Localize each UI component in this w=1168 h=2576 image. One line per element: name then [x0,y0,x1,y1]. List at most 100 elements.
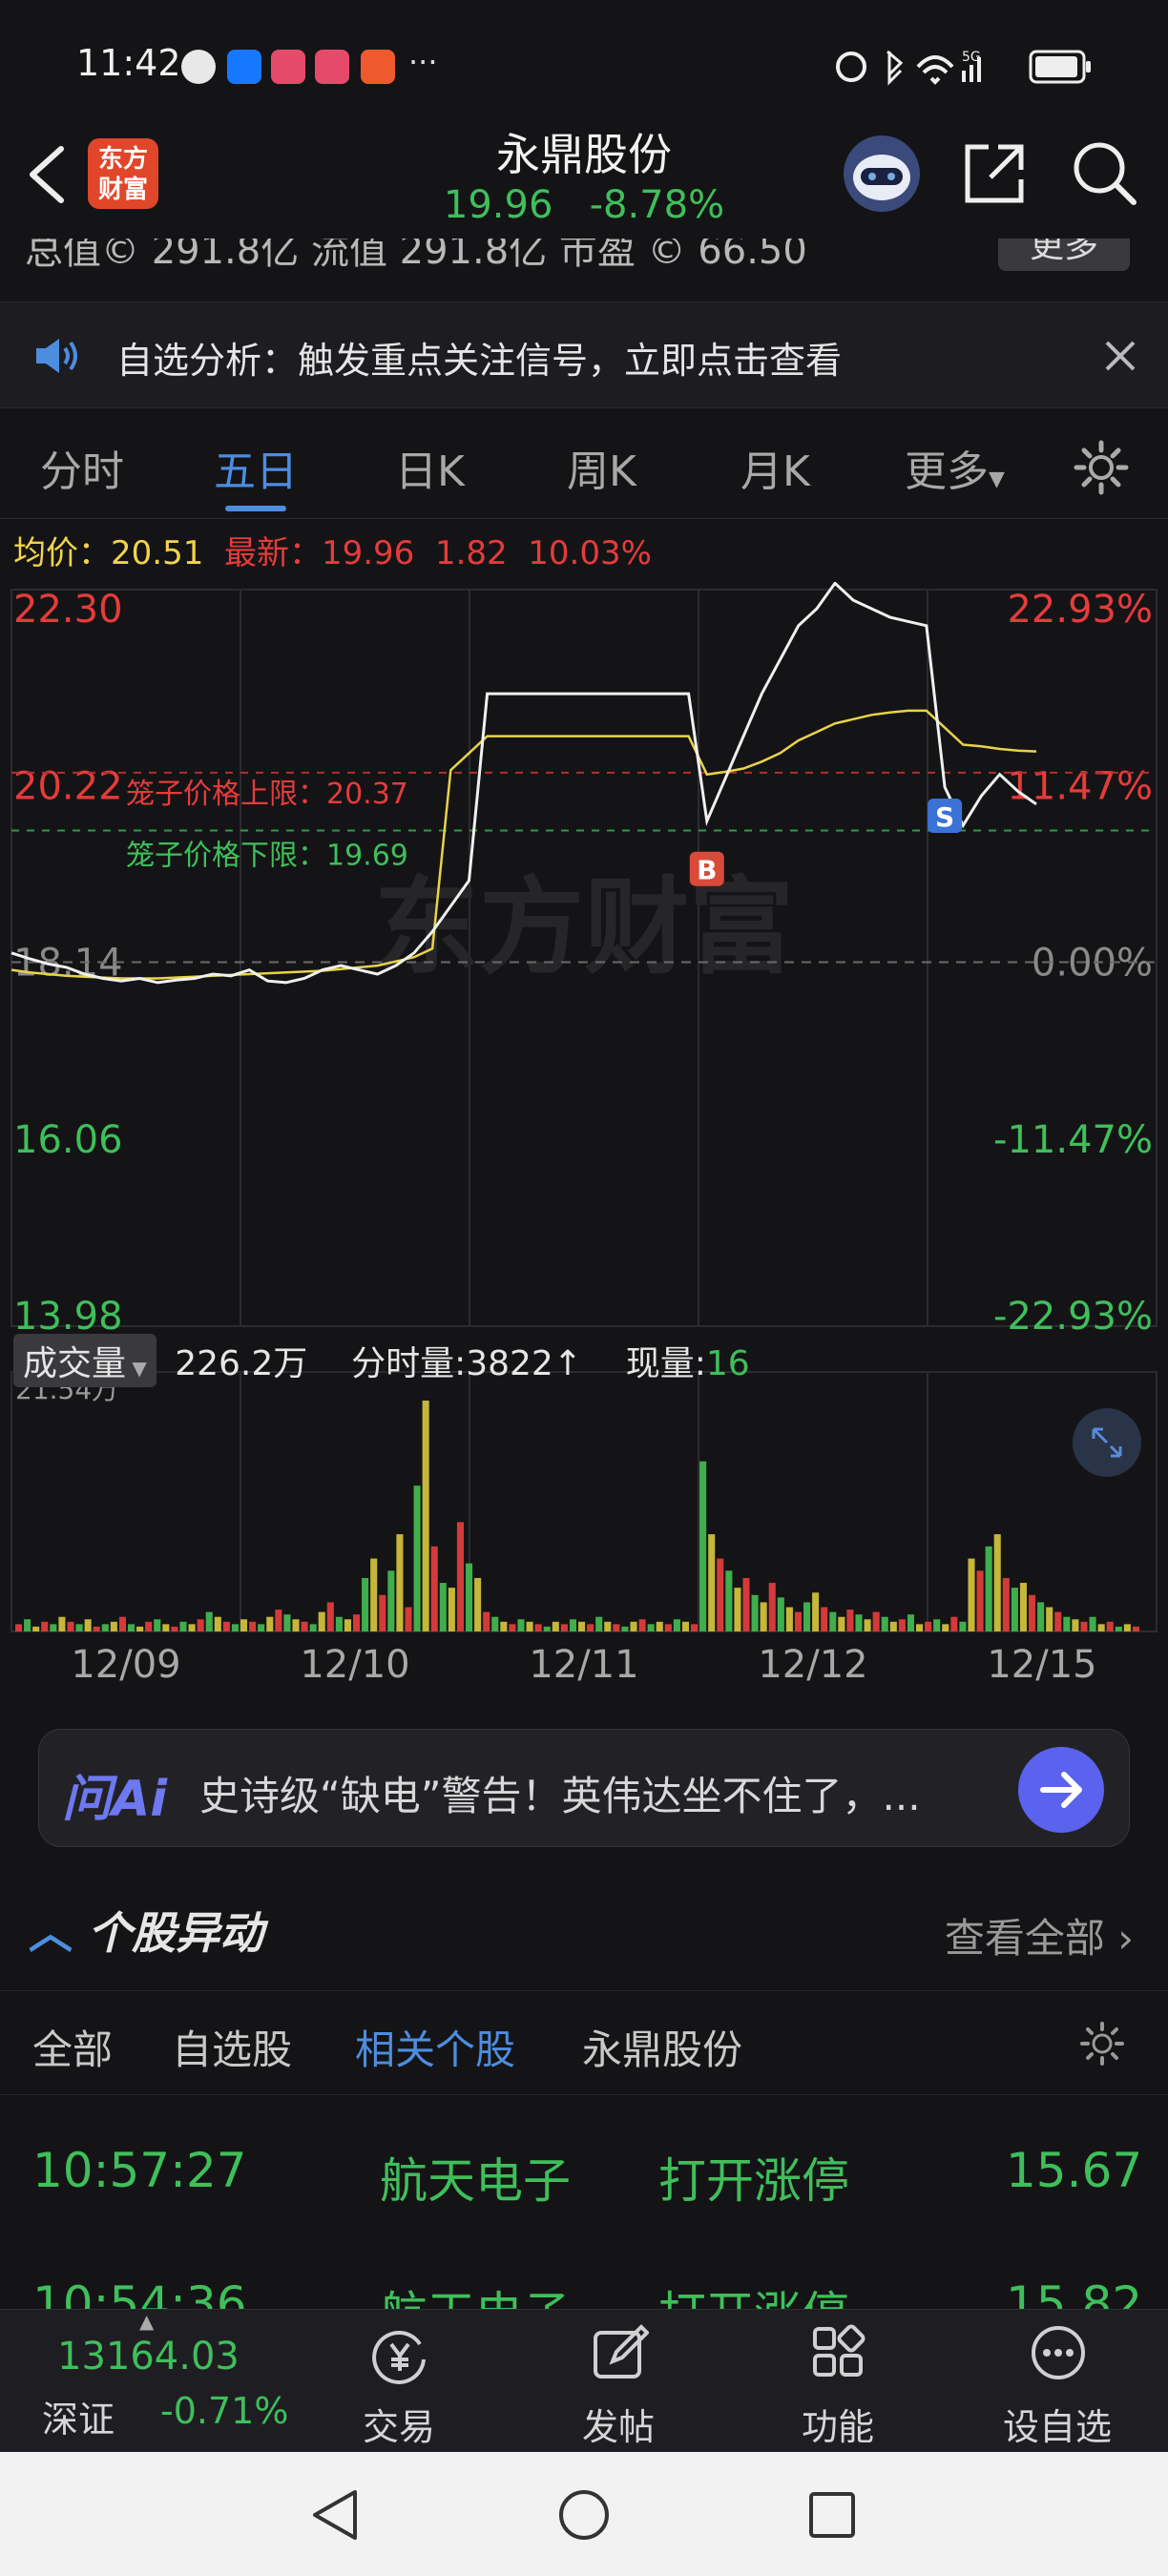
volume-bar [439,1583,447,1631]
volume-bar [846,1610,854,1631]
share-icon[interactable] [960,139,1029,208]
index-ticker[interactable]: ▲ 13164.03 深证 -0.71% [19,2310,305,2453]
wifi-icon [916,55,954,85]
subtab-related[interactable]: 相关个股 [355,2018,515,2076]
system-status-icons: 5G [836,50,1091,86]
volume-bar [179,1621,187,1631]
last-label: 最新： [223,534,322,572]
x-axis-label: 12/11 [529,1643,638,1687]
volume-bar [93,1626,100,1631]
tab-daily-k[interactable]: 日K [395,437,465,498]
index-change: -0.71% [160,2390,289,2432]
volume-bar [110,1621,117,1631]
volume-bar [751,1594,759,1631]
event-time: 10:54:36 [32,2276,247,2309]
volume-bar [249,1621,257,1631]
volume-bar [145,1621,153,1631]
subtab-watchlist[interactable]: 自选股 [172,2018,292,2076]
volume-bar [717,1558,724,1631]
volume-bar [84,1619,92,1631]
volume-bar [1011,1588,1018,1631]
ai-logo: 问Ai [62,1771,168,1828]
volume-bar [379,1594,386,1631]
douyin-icon-2 [315,50,349,84]
tab-intraday[interactable]: 分时 [40,437,124,498]
event-type: 打开涨停 [658,2153,849,2209]
ai-go-button[interactable] [1018,1747,1104,1833]
volume-bar [812,1592,820,1631]
volume-indicator-button[interactable]: 成交量 ▼ [13,1334,156,1387]
app-icon [361,50,395,84]
volume-bar [768,1583,776,1631]
volume-bar [283,1614,291,1631]
nav-add-watchlist-label: 设自选 [1002,2406,1112,2448]
volume-bar [171,1626,178,1631]
tick-volume-label: 分时量: [351,1344,467,1383]
volume-bar [1123,1624,1131,1631]
volume-panel-frame [10,1371,1158,1632]
volume-bar [855,1614,863,1631]
volume-bar [483,1611,490,1631]
volume-bar [1080,1621,1088,1631]
volume-bar [517,1619,525,1631]
volume-bar [292,1619,300,1631]
volume-bar [154,1619,161,1631]
volume-bar [136,1626,144,1631]
alipay-icon [227,50,261,84]
close-icon[interactable] [1103,339,1137,373]
chart-info-line: 均价：20.51 最新：19.96 1.82 10.03% [13,527,652,573]
volume-bar [101,1624,109,1631]
volume-bar [1106,1621,1114,1631]
home-circle-icon[interactable] [555,2486,613,2544]
subtab-stock[interactable]: 永鼎股份 [582,2018,742,2076]
volume-bar [197,1619,204,1631]
trade-marker-label: S [935,801,954,833]
volume-bar [552,1621,559,1631]
stats-more-button[interactable]: 更多 [998,239,1130,271]
volume-total: 226.2万 [175,1344,308,1383]
nav-trade[interactable]: 交易 [303,2310,494,2453]
volume-bar [500,1621,508,1631]
volume-bar [898,1619,906,1631]
last-change: 1.82 [434,534,508,572]
nav-functions[interactable]: 功能 [742,2310,933,2453]
volume-bar [1089,1616,1096,1631]
notice-banner[interactable]: 自选分析：触发重点关注信号，立即点击查看 [0,301,1168,408]
subtab-all[interactable]: 全部 [32,2018,113,2076]
volume-bar [1029,1594,1036,1631]
index-name: 深证 [42,2399,115,2441]
ai-assistant-bar[interactable]: 问Ai 史诗级“缺电”警告！英伟达坐不住了，... [38,1729,1130,1847]
volume-bar [1037,1602,1045,1631]
list-item[interactable]: 10:57:27 航天电子 打开涨停 15.67 [0,2109,1168,2233]
recents-square-icon[interactable] [807,2490,857,2540]
five-day-chart[interactable]: 东方财富 22.30 20.22 18.14 16.06 13.98 22.93% 11.47… [0,581,1168,1708]
tab-five-day[interactable]: 五日 [214,437,298,498]
volume-bar [907,1614,914,1631]
nav-post[interactable]: 发帖 [523,2310,714,2453]
view-all-link[interactable]: 查看全部 › [945,1906,1134,1964]
volume-bar [872,1611,880,1631]
gear-icon[interactable] [1078,2020,1126,2067]
robot-assistant-icon[interactable] [842,134,922,214]
section-title[interactable]: ︿ 个股异动 [29,1899,263,1962]
volume-bar [205,1611,213,1631]
y-axis-pct-label: -11.47% [993,1118,1153,1162]
search-icon[interactable] [1069,137,1139,208]
apps-icon [813,2324,866,2377]
bottom-nav: ▲ 13164.03 深证 -0.71% 交易 发帖 功能 设自选 [0,2309,1168,2452]
tab-more[interactable]: 更多▼ [905,437,1005,498]
alarm-icon [836,52,866,82]
y-axis-tick-label: 16.06 [13,1118,123,1162]
tab-monthly-k[interactable]: 月K [740,437,810,498]
nav-add-watchlist[interactable]: 设自选 [962,2310,1153,2453]
x-axis-label: 12/10 [300,1643,409,1687]
tab-weekly-k[interactable]: 周K [567,437,636,498]
volume-bar [309,1624,317,1631]
back-triangle-icon[interactable] [307,2486,361,2544]
volume-bar [118,1616,126,1631]
gear-icon[interactable] [1073,439,1130,496]
volume-bar [362,1577,369,1631]
chevron-right-icon: › [1117,1915,1134,1962]
volume-bar [491,1616,499,1631]
list-item[interactable]: 10:54:36 航天电子 打开涨停 15.82 [0,2242,1168,2309]
